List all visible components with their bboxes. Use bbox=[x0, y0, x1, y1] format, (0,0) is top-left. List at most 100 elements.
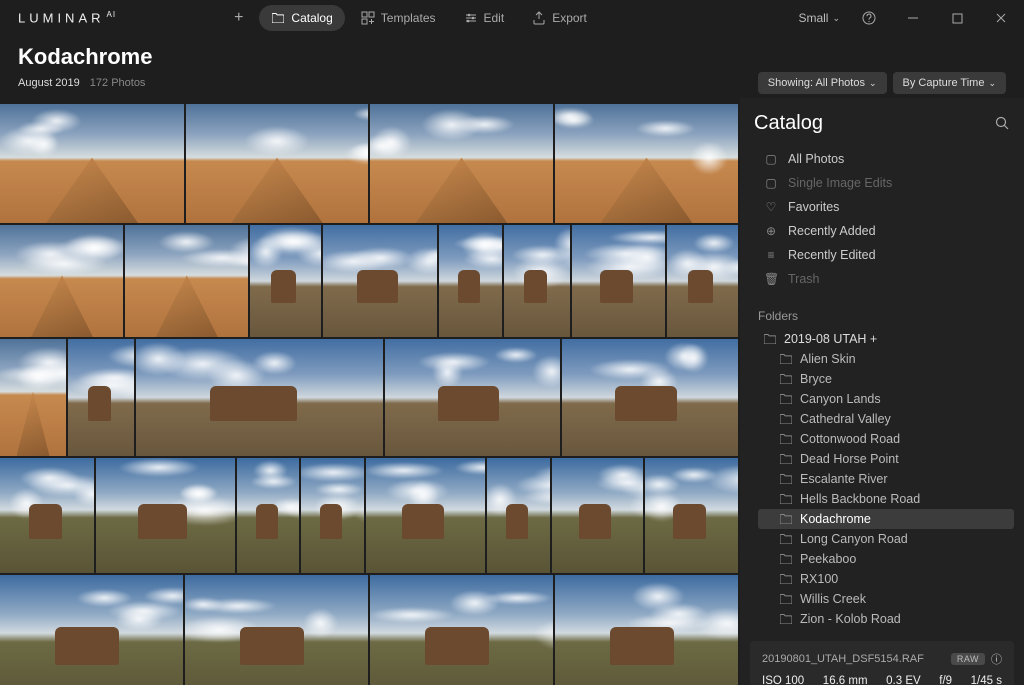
folder-item[interactable]: Canyon Lands bbox=[758, 389, 1014, 409]
photo-thumbnail[interactable] bbox=[185, 575, 368, 685]
folder-icon bbox=[780, 434, 792, 444]
folder-item[interactable]: Willis Creek bbox=[758, 589, 1014, 609]
photo-thumbnail[interactable] bbox=[301, 458, 364, 573]
folder-icon bbox=[780, 574, 792, 584]
folder-label: Alien Skin bbox=[800, 352, 856, 366]
folder-label: Bryce bbox=[800, 372, 832, 386]
photo-thumbnail[interactable] bbox=[0, 575, 183, 685]
photo-thumbnail[interactable] bbox=[186, 104, 369, 223]
folder-label: Peekaboo bbox=[800, 552, 856, 566]
raw-badge: RAW bbox=[951, 653, 985, 665]
folder-item[interactable]: RX100 bbox=[758, 569, 1014, 589]
folder-parent[interactable]: 2019-08 UTAH + bbox=[758, 329, 1014, 349]
add-button[interactable]: + bbox=[226, 5, 251, 31]
folder-item[interactable]: Alien Skin bbox=[758, 349, 1014, 369]
photo-thumbnail[interactable] bbox=[250, 225, 321, 337]
photo-thumbnail[interactable] bbox=[370, 575, 553, 685]
folder-icon bbox=[780, 514, 792, 524]
photo-thumbnail[interactable] bbox=[504, 225, 569, 337]
photo-thumbnail[interactable] bbox=[572, 225, 665, 337]
photo-thumbnail[interactable] bbox=[0, 225, 123, 337]
info-icon[interactable]: ⓘ bbox=[991, 651, 1002, 667]
folder-item[interactable]: Escalante River bbox=[758, 469, 1014, 489]
folder-icon bbox=[780, 614, 792, 624]
folder-item[interactable]: Long Canyon Road bbox=[758, 529, 1014, 549]
app-logo: LUMINARAI bbox=[18, 10, 116, 25]
photo-thumbnail[interactable] bbox=[555, 575, 738, 685]
page-title: Kodachrome bbox=[18, 44, 1006, 70]
sidebar-item-favorites[interactable]: ♡Favorites bbox=[758, 195, 1020, 219]
photo-thumbnail[interactable] bbox=[0, 104, 184, 223]
help-button[interactable] bbox=[854, 5, 884, 31]
sidebar-item-recentedit[interactable]: ≡Recently Edited bbox=[758, 243, 1020, 267]
thumbnail-size-select[interactable]: Small⌄ bbox=[798, 11, 840, 25]
meta-aperture: f/9 bbox=[939, 675, 952, 685]
photo-thumbnail[interactable] bbox=[366, 458, 485, 573]
export-icon bbox=[532, 11, 546, 25]
photo-grid bbox=[0, 98, 740, 685]
heart-icon: ♡ bbox=[764, 200, 778, 214]
photo-thumbnail[interactable] bbox=[68, 339, 134, 456]
photo-thumbnail[interactable] bbox=[385, 339, 561, 456]
tab-edit[interactable]: Edit bbox=[452, 5, 517, 31]
filter-showing[interactable]: Showing: All Photos⌄ bbox=[758, 72, 887, 94]
edit-icon bbox=[464, 11, 478, 25]
catalog-sidebar: Catalog ▢All Photos ▢Single Image Edits … bbox=[740, 98, 1024, 685]
sidebar-item-singleedits[interactable]: ▢Single Image Edits bbox=[758, 171, 1020, 195]
folder-icon bbox=[780, 554, 792, 564]
photo-thumbnail[interactable] bbox=[439, 225, 502, 337]
search-icon[interactable] bbox=[995, 116, 1010, 131]
metadata-panel: 20190801_UTAH_DSF5154.RAF RAW ⓘ ISO 100 … bbox=[750, 641, 1014, 685]
photo-thumbnail[interactable] bbox=[237, 458, 300, 573]
folder-icon bbox=[780, 414, 792, 424]
folder-item[interactable]: Peekaboo bbox=[758, 549, 1014, 569]
sidebar-item-recentadd[interactable]: ⊕Recently Added bbox=[758, 219, 1020, 243]
meta-ev: 0.3 EV bbox=[886, 675, 921, 685]
photo-thumbnail[interactable] bbox=[136, 339, 383, 456]
list-icon: ≡ bbox=[764, 248, 778, 262]
photo-thumbnail[interactable] bbox=[552, 458, 643, 573]
folder-icon bbox=[780, 354, 792, 364]
folder-item[interactable]: Cathedral Valley bbox=[758, 409, 1014, 429]
chevron-down-icon: ⌄ bbox=[832, 13, 840, 24]
templates-icon bbox=[361, 11, 375, 25]
sidebar-item-allphotos[interactable]: ▢All Photos bbox=[758, 147, 1020, 171]
photo-thumbnail[interactable] bbox=[370, 104, 553, 223]
close-button[interactable] bbox=[986, 5, 1016, 31]
tab-templates[interactable]: Templates bbox=[349, 5, 448, 31]
photo-count: 172 Photos bbox=[90, 77, 146, 89]
folder-label: Long Canyon Road bbox=[800, 532, 908, 546]
folder-label: Canyon Lands bbox=[800, 392, 881, 406]
folder-icon bbox=[271, 11, 285, 25]
photo-thumbnail[interactable] bbox=[323, 225, 437, 337]
folder-label: Willis Creek bbox=[800, 592, 866, 606]
tab-catalog[interactable]: Catalog bbox=[259, 5, 344, 31]
photo-thumbnail[interactable] bbox=[555, 104, 739, 223]
maximize-button[interactable] bbox=[942, 5, 972, 31]
tab-export[interactable]: Export bbox=[520, 5, 599, 31]
photo-thumbnail[interactable] bbox=[96, 458, 234, 573]
photo-thumbnail[interactable] bbox=[487, 458, 550, 573]
folder-icon bbox=[780, 594, 792, 604]
meta-filename: 20190801_UTAH_DSF5154.RAF bbox=[762, 653, 924, 665]
trash-icon: 🗑 bbox=[764, 272, 778, 286]
meta-focal: 16.6 mm bbox=[823, 675, 868, 685]
folder-item[interactable]: Bryce bbox=[758, 369, 1014, 389]
folder-item[interactable]: Kodachrome bbox=[758, 509, 1014, 529]
folder-label: Escalante River bbox=[800, 472, 888, 486]
sidebar-item-trash[interactable]: 🗑Trash bbox=[758, 267, 1020, 291]
filter-sort[interactable]: By Capture Time⌄ bbox=[893, 72, 1006, 94]
photo-thumbnail[interactable] bbox=[562, 339, 738, 456]
minimize-button[interactable] bbox=[898, 5, 928, 31]
photo-thumbnail[interactable] bbox=[0, 458, 94, 573]
folders-label: Folders bbox=[740, 299, 1024, 329]
photo-thumbnail[interactable] bbox=[645, 458, 738, 573]
folder-item[interactable]: Zion - Kolob Road bbox=[758, 609, 1014, 629]
folder-item[interactable]: Hells Backbone Road bbox=[758, 489, 1014, 509]
folder-item[interactable]: Cottonwood Road bbox=[758, 429, 1014, 449]
photo-thumbnail[interactable] bbox=[125, 225, 248, 337]
photo-thumbnail[interactable] bbox=[667, 225, 738, 337]
photo-thumbnail[interactable] bbox=[0, 339, 66, 456]
folder-label: RX100 bbox=[800, 572, 838, 586]
folder-item[interactable]: Dead Horse Point bbox=[758, 449, 1014, 469]
